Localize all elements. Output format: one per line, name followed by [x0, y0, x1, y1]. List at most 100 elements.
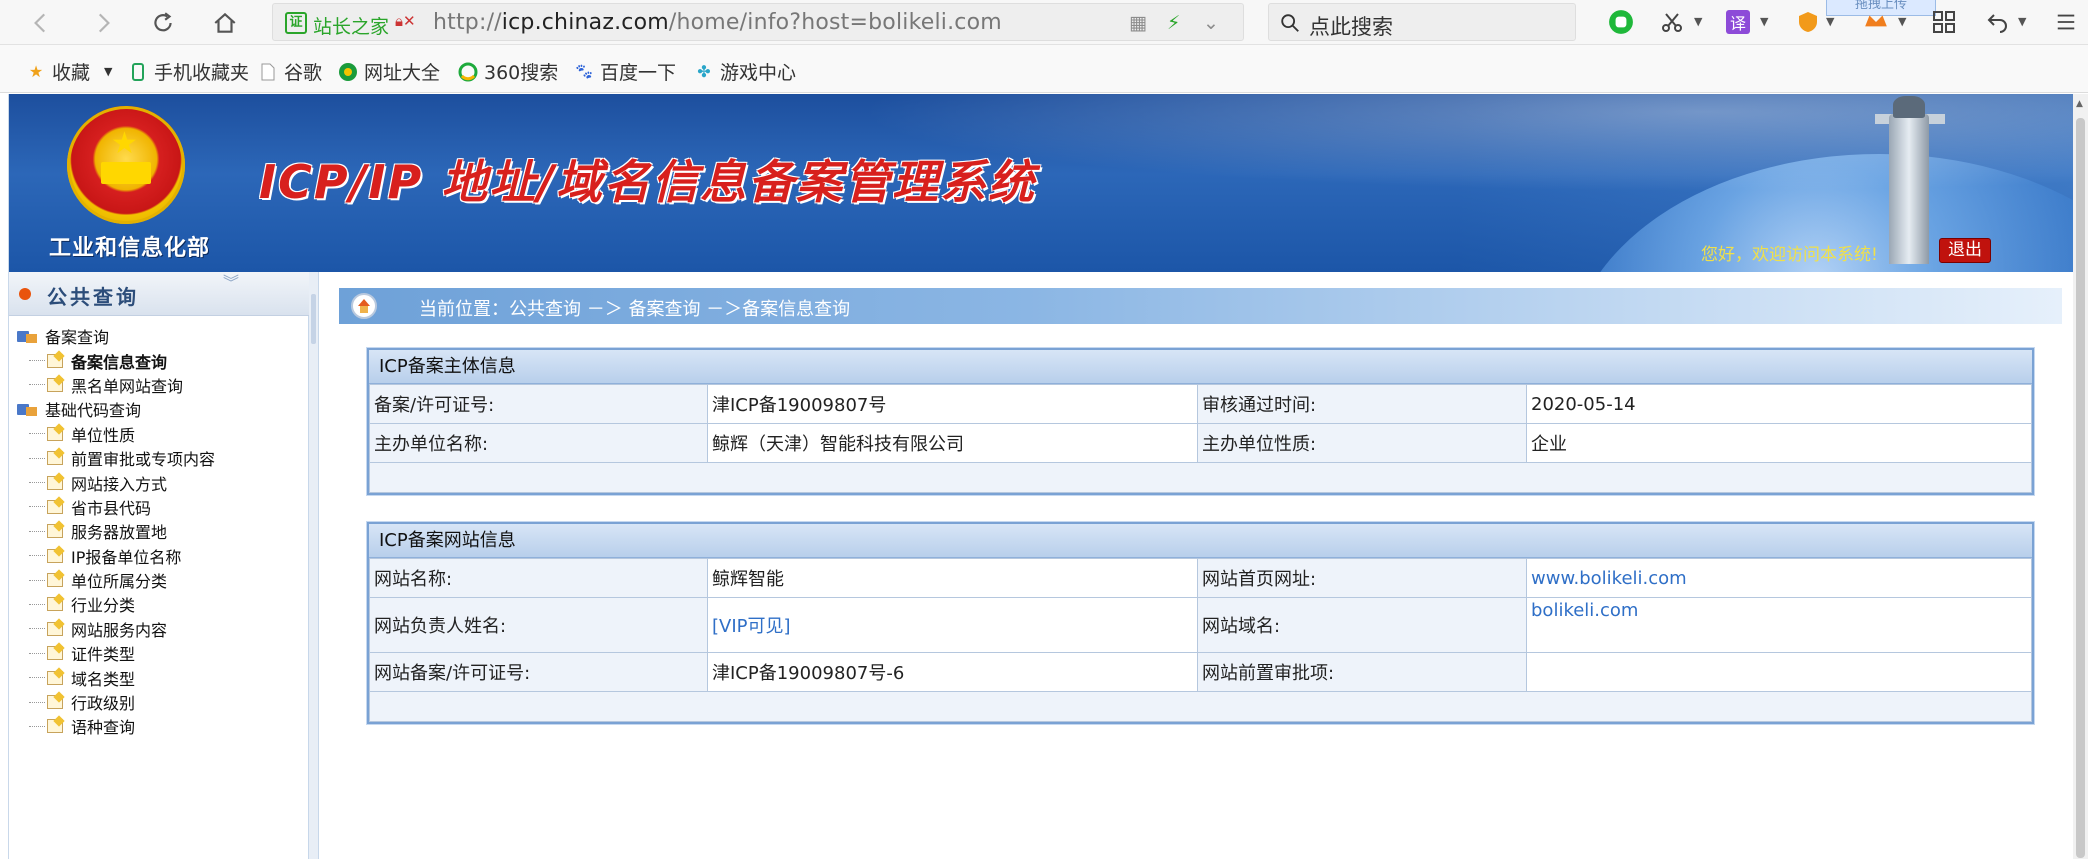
scissors-icon[interactable]: [1658, 8, 1686, 36]
translate-dropdown-icon[interactable]: ▼: [1760, 15, 1768, 28]
bookmark-baidu[interactable]: 🐾︎ 百度一下: [574, 58, 676, 85]
chevron-down-icon[interactable]: ⌄: [1203, 12, 1219, 34]
search-box[interactable]: 点此搜索: [1268, 3, 1576, 41]
tree-item-industry[interactable]: 行业分类: [9, 592, 309, 616]
ministry-name: 工业和信息化部: [49, 236, 211, 261]
document-icon: [47, 353, 63, 368]
tree-item-server-location[interactable]: 服务器放置地: [9, 519, 309, 543]
tree-item-blacklist-query[interactable]: 黑名单网站查询: [9, 373, 309, 397]
forward-icon[interactable]: [86, 6, 120, 40]
sidebar: 公共查询 ︾ 备案查询 备案信息查询 黑名单网站查询 基础代码查询 单位性质 前…: [9, 272, 309, 859]
undo-dropdown-icon[interactable]: ▼: [2018, 15, 2026, 28]
game-extension-icon[interactable]: [1862, 8, 1890, 36]
game-dropdown-icon[interactable]: ▼: [1898, 15, 1906, 28]
tree-item-label: 备案信息查询: [71, 352, 168, 372]
tree-item-label: 证件类型: [71, 645, 136, 665]
table-row: 网站负责人姓名: [VIP可见] 网站域名: bolikeli.com: [369, 597, 2032, 653]
tree-item-unit-category[interactable]: 单位所属分类: [9, 568, 309, 592]
tree-group-filing-query[interactable]: 备案查询: [9, 324, 309, 348]
favorites-dropdown-icon[interactable]: ▼: [104, 65, 112, 78]
wechat-icon[interactable]: [1607, 8, 1635, 36]
sidebar-header[interactable]: 公共查询 ︾: [9, 272, 309, 316]
tree-item-id-type[interactable]: 证件类型: [9, 641, 309, 665]
home-icon[interactable]: [208, 6, 242, 40]
back-icon[interactable]: [24, 6, 58, 40]
bookmark-360search[interactable]: 360搜索: [458, 58, 558, 85]
tree-line: [29, 457, 45, 459]
tree-item-label: 单位性质: [71, 425, 136, 445]
undo-icon[interactable]: [1984, 8, 2012, 36]
vip-visible-link[interactable]: [VIP可见]: [707, 597, 1198, 653]
url-text[interactable]: http://icp.chinaz.com/home/info?host=bol…: [433, 10, 1002, 35]
spacer-cell: [369, 462, 2032, 493]
logout-button[interactable]: 退出: [1939, 238, 1991, 263]
tree-item-label: 网站服务内容: [71, 620, 168, 640]
bookmark-mobile[interactable]: 手机收藏夹: [128, 58, 249, 85]
tree-item-unit-nature[interactable]: 单位性质: [9, 422, 309, 446]
splitter-grip[interactable]: [311, 294, 316, 344]
national-emblem-logo: ★: [67, 106, 185, 224]
tree-line: [29, 701, 45, 703]
tree-line: [29, 725, 45, 727]
table-spacer-row: [369, 691, 2032, 722]
shield-dropdown-icon[interactable]: ▼: [1826, 15, 1834, 28]
address-bar[interactable]: 证 站长之家 🔒︎✕ http://icp.chinaz.com/home/in…: [272, 3, 1244, 41]
bookmark-favorites[interactable]: ★ 收藏 ▼: [26, 58, 113, 85]
page-scrollbar[interactable]: ▲: [2073, 94, 2088, 859]
shield-badge-icon[interactable]: [1794, 8, 1822, 36]
emblem-gate: [101, 162, 151, 184]
bookmark-games[interactable]: ✤ 游戏中心: [694, 58, 796, 85]
sidebar-splitter[interactable]: [309, 272, 319, 859]
grid-apps-icon[interactable]: [1930, 8, 1958, 36]
translate-icon[interactable]: 译: [1726, 10, 1750, 34]
bookmark-google[interactable]: 谷歌: [258, 58, 322, 85]
insecure-lock-icon[interactable]: 🔒︎✕: [395, 12, 416, 30]
scrollbar-thumb[interactable]: [2076, 118, 2085, 858]
tree-item-region-code[interactable]: 省市县代码: [9, 495, 309, 519]
tree-item-domain-type[interactable]: 域名类型: [9, 665, 309, 689]
domain-link[interactable]: bolikeli.com: [1526, 597, 2032, 653]
lightning-icon[interactable]: ⚡: [1167, 12, 1180, 34]
scroll-up-icon[interactable]: ▲: [2076, 99, 2083, 109]
field-label: 网站域名:: [1197, 597, 1527, 653]
collapse-chevron-icon[interactable]: ︾: [223, 275, 239, 291]
field-label: 网站首页网址:: [1197, 558, 1527, 598]
tree-item-language[interactable]: 语种查询: [9, 714, 309, 738]
table-row: 主办单位名称: 鲸辉（天津）智能科技有限公司 主办单位性质: 企业: [369, 423, 2032, 463]
homepage-url-link[interactable]: www.bolikeli.com: [1526, 558, 2032, 598]
page-icon: [258, 62, 278, 82]
home-icon[interactable]: [351, 293, 377, 319]
site-badge[interactable]: 站长之家: [313, 12, 389, 39]
browser-toolbar: 证 站长之家 🔒︎✕ http://icp.chinaz.com/home/in…: [0, 0, 2088, 45]
tree-group-base-code-query[interactable]: 基础代码查询: [9, 397, 309, 421]
bullet-icon: [19, 288, 31, 300]
tree-item-ip-unit-name[interactable]: IP报备单位名称: [9, 544, 309, 568]
huabiao-pillar: [1889, 114, 1929, 264]
website-table: 网站名称: 鲸辉智能 网站首页网址: www.bolikeli.com 网站负责…: [369, 558, 2032, 722]
tree-item-service-content[interactable]: 网站服务内容: [9, 617, 309, 641]
certificate-icon[interactable]: 证: [285, 12, 307, 34]
document-icon: [47, 597, 63, 612]
tree-item-pre-approval[interactable]: 前置审批或专项内容: [9, 446, 309, 470]
document-icon: [47, 646, 63, 661]
document-icon: [47, 377, 63, 392]
menu-icon[interactable]: [2052, 8, 2080, 36]
bookmark-nav-sites[interactable]: 网址大全: [338, 58, 440, 85]
tree-item-filing-info-query[interactable]: 备案信息查询: [9, 348, 309, 372]
tree-line: [29, 360, 45, 362]
tree-item-admin-level[interactable]: 行政级别: [9, 690, 309, 714]
bookmark-label: 百度一下: [600, 62, 677, 84]
scissors-dropdown-icon[interactable]: ▼: [1694, 15, 1702, 28]
tree-item-label: 行政级别: [71, 694, 136, 714]
qrcode-icon[interactable]: ▦: [1129, 12, 1147, 34]
organizer-type-value: 企业: [1526, 423, 2032, 463]
bookmarks-bar: ★ 收藏 ▼ 手机收藏夹 谷歌 网址大全 360搜索 🐾︎ 百度一下 ✤ 游戏中…: [0, 45, 2088, 93]
document-icon: [47, 719, 63, 734]
tree-item-access-method[interactable]: 网站接入方式: [9, 470, 309, 494]
document-icon: [47, 475, 63, 490]
table-row: 网站名称: 鲸辉智能 网站首页网址: www.bolikeli.com: [369, 558, 2032, 598]
tree-line: [29, 677, 45, 679]
reload-icon[interactable]: [146, 6, 180, 40]
document-icon: [47, 548, 63, 563]
tree-item-label: 省市县代码: [71, 498, 152, 518]
